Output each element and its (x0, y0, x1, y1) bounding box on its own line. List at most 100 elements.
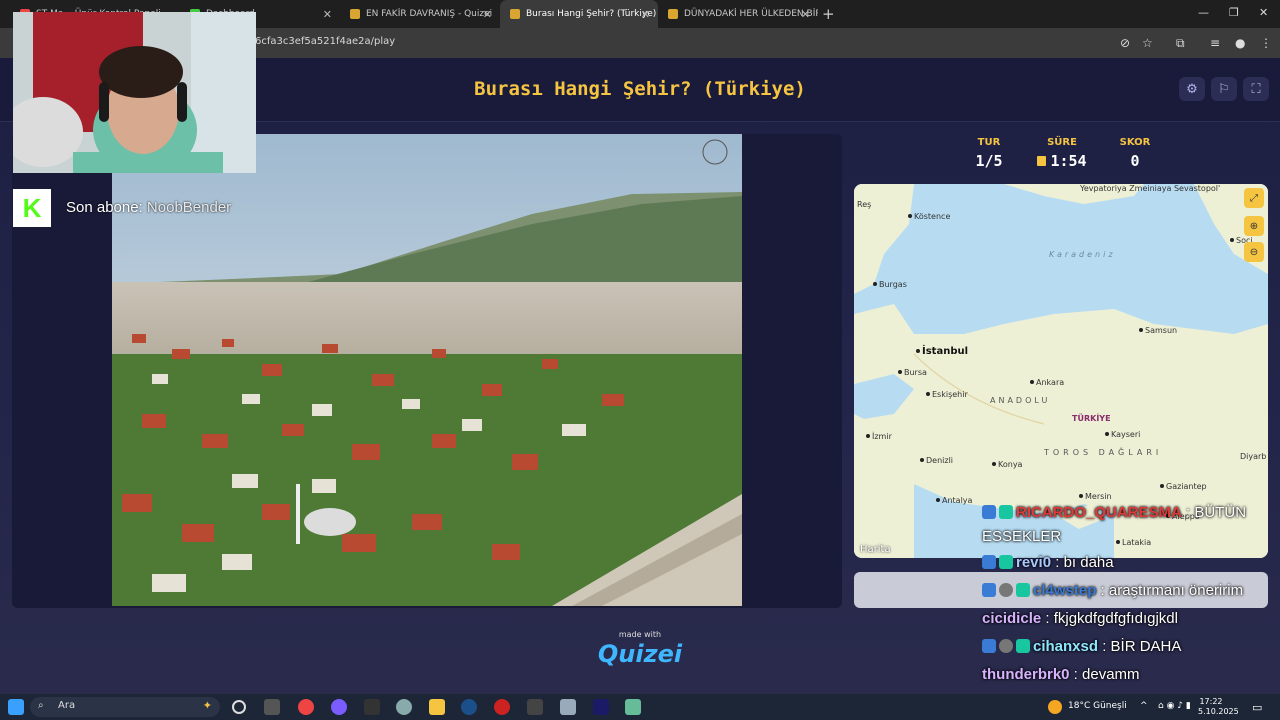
messenger-icon[interactable] (331, 699, 347, 715)
round-value: 1/5 (975, 152, 1003, 170)
chat-message: cicidicle : fkjgkdfgdfgfıdıgjkdl (982, 610, 1178, 627)
map-place: Burgas (873, 280, 907, 289)
file-explorer-icon[interactable] (429, 699, 445, 715)
url-text[interactable]: 6cfa3c3ef5a521f4ae2a/play (255, 36, 395, 47)
webcam-overlay (13, 12, 256, 173)
menu-kebab-icon[interactable]: ⋮ (1260, 36, 1272, 50)
country-label: TÜRKİYE (1072, 414, 1111, 423)
taskbar: ⌕ Ara ✦ 18°C Güneşli ^ ⌂ ◉ ♪ ▮ 17:22 5.1… (0, 694, 1280, 720)
premiere-icon[interactable] (593, 699, 609, 715)
chat-message: cihanxsd : BİR DAHA (982, 633, 1272, 661)
map-place: Kayseri (1105, 430, 1140, 439)
steam-icon[interactable] (461, 699, 477, 715)
eye-off-icon[interactable]: ⊘ (1120, 36, 1130, 50)
expand-icon: ⤢ (1250, 192, 1258, 204)
tab-5-label: DÜNYADAKİ HER ÜLKEDEN BİR (684, 9, 818, 19)
map-place: Gaziantep (1160, 482, 1207, 491)
app-icon[interactable] (625, 699, 641, 715)
map-place: Ankara (1030, 378, 1064, 387)
app-icon[interactable] (396, 699, 412, 715)
app-icon[interactable] (560, 699, 576, 715)
favicon-icon (510, 9, 520, 19)
apps-grid-icon[interactable] (527, 699, 543, 715)
tab-3[interactable]: EN FAKİR DAVRANIŞ - Quizei ✕ (340, 0, 500, 28)
sea-label: Karadeniz (1049, 250, 1116, 259)
time-value-wrap: 1:54 (1022, 152, 1102, 170)
badge-icon (1016, 639, 1030, 653)
time-value: 1:54 (1050, 152, 1087, 170)
windows-start-icon[interactable] (8, 699, 24, 715)
badge-icon (999, 505, 1013, 519)
chat-message: RICARDO_QUARESMA : BÜTÜN ESSEKLER (982, 504, 1247, 545)
weather-text[interactable]: 18°C Güneşli (1068, 701, 1127, 711)
timer-icon (1037, 156, 1047, 166)
zoom-out-button[interactable]: ⊖ (1244, 242, 1264, 262)
close-icon[interactable]: ✕ (483, 8, 492, 21)
copilot-sparkle-icon: ✦ (202, 699, 212, 712)
fullscreen-icon: ⛶ (1251, 81, 1261, 97)
chat-overlay: RICARDO_QUARESMA : BÜTÜN ESSEKLER revi0 … (982, 501, 1272, 689)
map-place: Eskişehir (926, 390, 968, 399)
new-tab-button[interactable]: + (822, 5, 835, 23)
flag-icon: ⚐ (1218, 81, 1230, 97)
map-place: Samsun (1139, 326, 1177, 335)
badge-icon (999, 639, 1013, 653)
minimize-icon[interactable]: — (1198, 6, 1209, 19)
map-place: Mersin (1079, 492, 1112, 501)
notifications-icon[interactable]: ▭ (1252, 701, 1262, 714)
chrome-icon[interactable] (298, 699, 314, 715)
profile-avatar-icon[interactable]: ● (1235, 36, 1245, 50)
extensions-icon[interactable]: ⧉ (1176, 36, 1185, 51)
tray-icons[interactable]: ⌂ ◉ ♪ ▮ (1158, 701, 1191, 711)
badge-icon (999, 583, 1013, 597)
time-label: SÜRE (1047, 137, 1077, 148)
badge-icon (982, 505, 996, 519)
badge-icon (1016, 583, 1030, 597)
chat-message: thunderbrk0 : devamm (982, 666, 1140, 683)
last-subscriber: Son abone: NoobBender (66, 199, 232, 216)
chat-message: cl4wstep : araştırmanı öneririm (982, 577, 1272, 605)
epic-games-icon[interactable] (364, 699, 380, 715)
close-window-icon[interactable]: ✕ (1259, 6, 1268, 19)
task-view-icon[interactable] (264, 699, 280, 715)
taskbar-clock[interactable]: 17:22 5.10.2025 (1198, 697, 1239, 717)
map-place: Konya (992, 460, 1022, 469)
zoom-in-button[interactable]: ⊕ (1244, 216, 1264, 236)
map-place: Yevpatoriya Zmeiniaya Sevastopol' (1080, 184, 1221, 193)
obs-icon[interactable] (494, 699, 510, 715)
score-label: SKOR (1119, 137, 1151, 148)
close-icon[interactable]: ✕ (641, 8, 650, 21)
media-icon[interactable]: ≡ (1210, 36, 1220, 50)
clock-time: 17:22 (1199, 697, 1223, 706)
round-label: TUR (977, 137, 1001, 148)
map-place: Denizli (920, 456, 953, 465)
tray-chevron-icon[interactable]: ^ (1140, 701, 1148, 711)
close-icon[interactable]: ✕ (323, 8, 332, 21)
favicon-icon (350, 9, 360, 19)
tab-4-active[interactable]: Burası Hangi Şehir? (Türkiye) - Q ✕ (500, 0, 658, 28)
close-icon[interactable]: ✕ (801, 8, 810, 21)
tab-5[interactable]: DÜNYADAKİ HER ÜLKEDEN BİR ✕ (658, 0, 818, 28)
taskbar-search[interactable]: ⌕ Ara ✦ (30, 697, 220, 717)
gear-icon: ⚙ (1186, 81, 1198, 97)
kick-logo: K (13, 189, 51, 227)
map-attribution: Harita (860, 544, 891, 555)
mountain-label: TOROS DAĞLARI (1044, 448, 1163, 457)
settings-button[interactable]: ⚙ (1179, 77, 1205, 101)
search-icon: ⌕ (38, 700, 44, 711)
badge-icon (982, 555, 996, 569)
favicon-icon (668, 9, 678, 19)
zoom-out-icon: ⊖ (1249, 246, 1259, 258)
map-place: İzmir (866, 432, 892, 441)
map-place: Bursa (898, 368, 927, 377)
cortana-icon[interactable] (232, 700, 246, 714)
report-button[interactable]: ⚐ (1211, 77, 1237, 101)
kick-icon: K (22, 192, 42, 223)
clock-date: 5.10.2025 (1198, 707, 1239, 716)
fullscreen-button[interactable]: ⛶ (1243, 77, 1269, 101)
search-placeholder: Ara (58, 700, 76, 711)
weather-icon[interactable] (1048, 700, 1062, 714)
restore-icon[interactable]: ❐ (1229, 6, 1239, 19)
bookmark-star-icon[interactable]: ☆ (1142, 36, 1153, 50)
map-expand-button[interactable]: ⤢ (1244, 188, 1264, 208)
